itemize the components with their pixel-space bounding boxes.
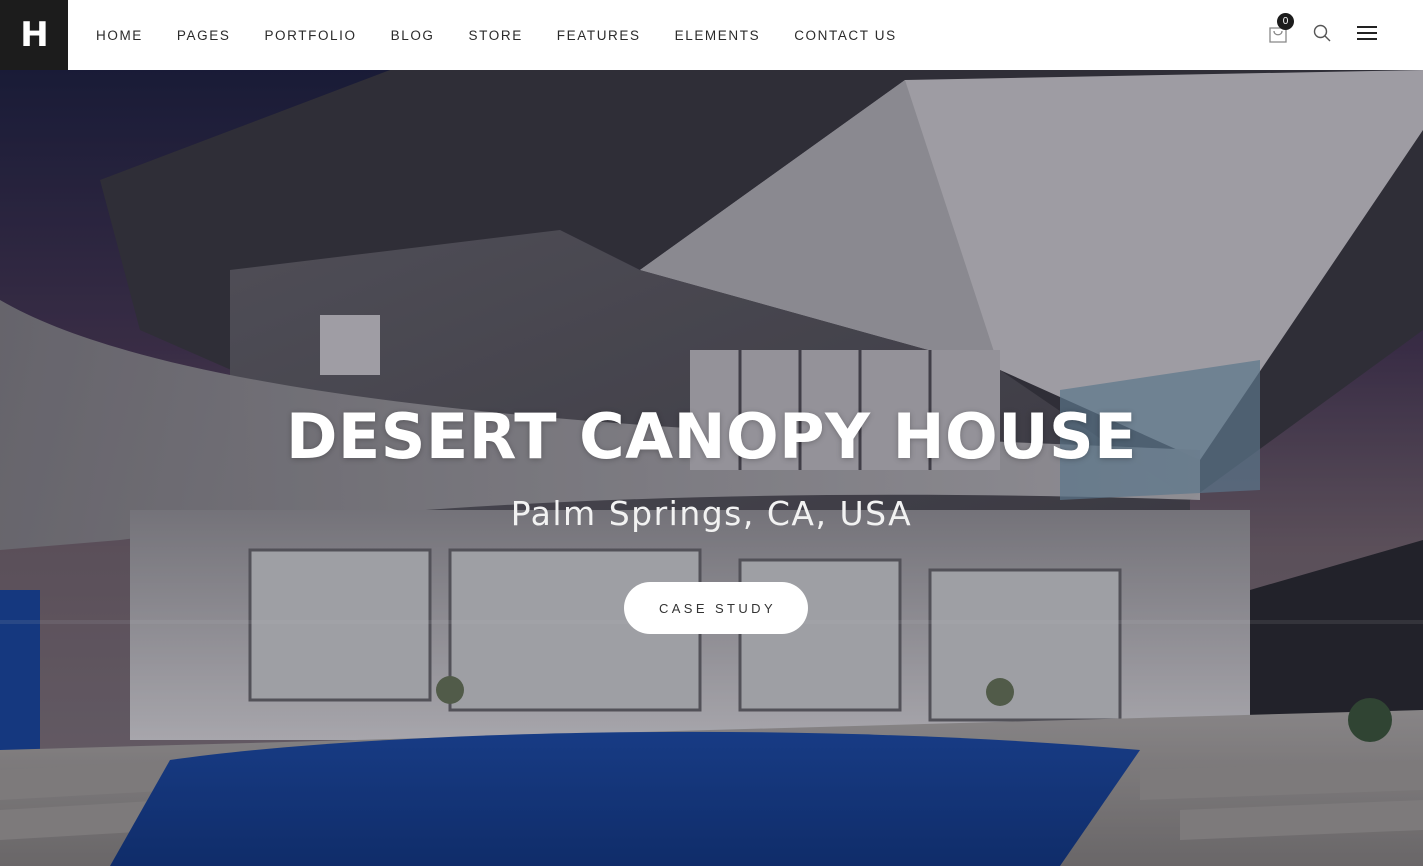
main-nav: HOME PAGES PORTFOLIO BLOG STORE FEATURES… [79, 0, 914, 70]
site-logo[interactable]: H [0, 0, 68, 70]
site-header: H HOME PAGES PORTFOLIO BLOG STORE FEATUR… [0, 0, 1423, 70]
cart-count-badge: 0 [1277, 13, 1294, 30]
case-study-button[interactable]: CASE STUDY [624, 582, 808, 634]
nav-item-contact-us[interactable]: CONTACT US [777, 28, 914, 43]
nav-item-elements[interactable]: ELEMENTS [658, 28, 778, 43]
hamburger-menu-button[interactable] [1356, 25, 1378, 43]
logo-letter: H [20, 15, 48, 55]
hero-section: DESERT CANOPY HOUSE Palm Springs, CA, US… [0, 70, 1423, 866]
case-study-button-label: CASE STUDY [658, 600, 777, 616]
hero-title: DESERT CANOPY HOUSE [285, 400, 1138, 473]
nav-item-features[interactable]: FEATURES [540, 28, 658, 43]
nav-item-portfolio[interactable]: PORTFOLIO [247, 28, 373, 43]
nav-item-home[interactable]: HOME [79, 28, 160, 43]
hero-subtitle: Palm Springs, CA, USA [510, 494, 913, 533]
nav-item-pages[interactable]: PAGES [160, 28, 248, 43]
nav-item-blog[interactable]: BLOG [374, 28, 452, 43]
nav-item-store[interactable]: STORE [452, 28, 540, 43]
cart-button[interactable]: 0 [1268, 13, 1294, 44]
hamburger-menu-icon [1357, 26, 1377, 40]
search-icon [1313, 24, 1331, 42]
search-button[interactable] [1313, 24, 1333, 44]
